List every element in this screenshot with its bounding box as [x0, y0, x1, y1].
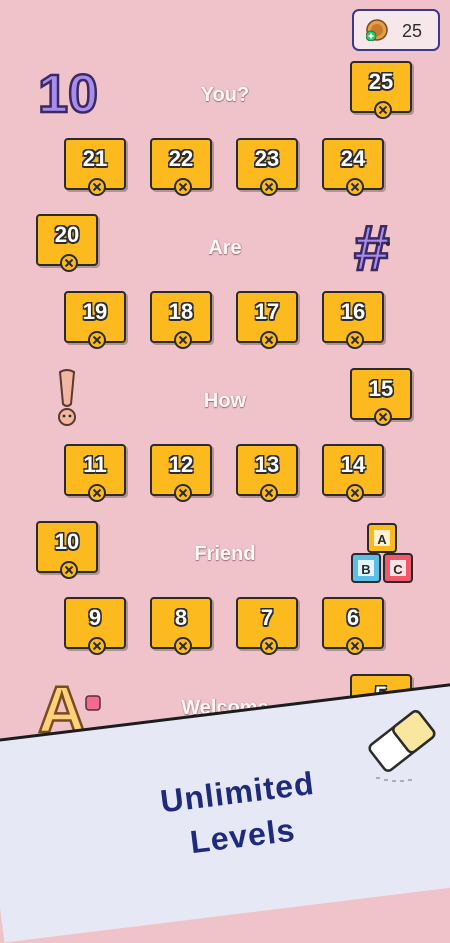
- level-number: 25: [368, 69, 394, 94]
- coin-counter[interactable]: 25: [352, 9, 440, 51]
- level-25[interactable]: 25: [350, 61, 412, 119]
- eraser-icon: [368, 710, 436, 782]
- level-number: 12: [168, 452, 194, 477]
- block-c-letter: C: [393, 562, 403, 577]
- locked-icon: [346, 178, 364, 196]
- level-number: 8: [174, 605, 188, 630]
- level-number: 11: [83, 452, 107, 477]
- locked-icon: [346, 637, 364, 655]
- level-number: 7: [260, 605, 274, 630]
- word-how: How: [203, 390, 247, 412]
- level-number: 20: [54, 222, 80, 247]
- locked-icon: [174, 637, 192, 655]
- level-number: 23: [254, 146, 280, 171]
- level-22[interactable]: 22: [150, 138, 212, 196]
- level-24[interactable]: 24: [322, 138, 384, 196]
- locked-icon: [88, 484, 106, 502]
- level-number: 22: [168, 146, 194, 171]
- level-8[interactable]: 8: [150, 597, 212, 655]
- level-20[interactable]: 20: [36, 214, 98, 272]
- abc-blocks-decoration: A B C: [350, 522, 416, 584]
- level-number: 14: [340, 452, 366, 477]
- level-6[interactable]: 6: [322, 597, 384, 655]
- number-ten-text: 10: [38, 64, 98, 120]
- level-18[interactable]: 18: [150, 291, 212, 349]
- level-number: 21: [82, 146, 108, 171]
- level-10[interactable]: 10: [36, 521, 98, 579]
- block-a-letter: A: [377, 532, 387, 547]
- level-number: 17: [254, 299, 280, 324]
- level-21[interactable]: 21: [64, 138, 126, 196]
- level-7[interactable]: 7: [236, 597, 298, 655]
- coin-count: 25: [402, 21, 423, 41]
- block-b-letter: B: [361, 562, 370, 577]
- word-friend: Friend: [194, 543, 256, 565]
- level-number: 24: [340, 146, 366, 171]
- level-16[interactable]: 16: [322, 291, 384, 349]
- locked-icon: [374, 101, 392, 119]
- word-you: You?: [200, 84, 250, 106]
- level-15[interactable]: 15: [350, 368, 412, 426]
- locked-icon: [60, 254, 78, 272]
- coin-plus-icon: [366, 19, 388, 41]
- level-number: 15: [368, 376, 394, 401]
- exclamation-text: !: [50, 368, 51, 369]
- level-9[interactable]: 9: [64, 597, 126, 655]
- level-number: 13: [254, 452, 280, 477]
- level-number: 6: [346, 605, 360, 630]
- hash-text: #: [354, 214, 390, 278]
- locked-icon: [174, 484, 192, 502]
- level-number: 18: [168, 299, 194, 324]
- locked-icon: [346, 484, 364, 502]
- level-19[interactable]: 19: [64, 291, 126, 349]
- level-23[interactable]: 23: [236, 138, 298, 196]
- level-number: 16: [340, 299, 366, 324]
- level-12[interactable]: 12: [150, 444, 212, 502]
- hash-character-decoration: #: [350, 211, 416, 286]
- locked-icon: [88, 178, 106, 196]
- level-number: 9: [88, 605, 102, 630]
- level-17[interactable]: 17: [236, 291, 298, 349]
- word-are: Are: [208, 237, 242, 259]
- locked-icon: [60, 561, 78, 579]
- locked-icon: [88, 637, 106, 655]
- locked-icon: [374, 408, 392, 426]
- level-11[interactable]: 11: [64, 444, 126, 502]
- exclamation-character-decoration: !: [50, 368, 84, 430]
- level-number: 19: [82, 299, 108, 324]
- locked-icon: [260, 178, 278, 196]
- number-ten-decoration: 10: [36, 63, 106, 126]
- level-13[interactable]: 13: [236, 444, 298, 502]
- locked-icon: [260, 331, 278, 349]
- locked-icon: [346, 331, 364, 349]
- level-14[interactable]: 14: [322, 444, 384, 502]
- locked-icon: [88, 331, 106, 349]
- locked-icon: [260, 484, 278, 502]
- locked-icon: [260, 637, 278, 655]
- locked-icon: [174, 178, 192, 196]
- locked-icon: [174, 331, 192, 349]
- level-number: 10: [54, 529, 80, 554]
